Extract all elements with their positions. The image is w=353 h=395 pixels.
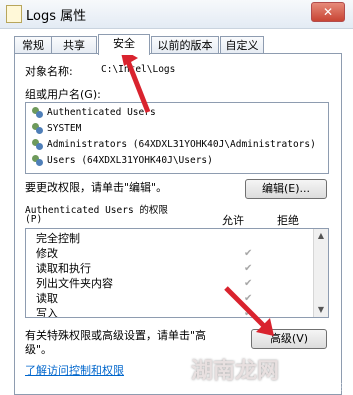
list-item[interactable]: SYSTEM bbox=[32, 121, 81, 137]
folder-icon bbox=[6, 5, 22, 23]
scroll-up-icon[interactable]: ▲ bbox=[314, 229, 328, 243]
advanced-hint-line1: 有关特殊权限或高级设置，请单击"高 bbox=[25, 329, 207, 342]
list-item[interactable]: Users (64XDXL31YOHK40J\Users) bbox=[32, 153, 213, 169]
tab-previous-versions[interactable]: 以前的版本 bbox=[151, 36, 219, 54]
advanced-hint-line2: 级"。 bbox=[25, 343, 53, 356]
permission-row: 写入 ✔ bbox=[36, 306, 328, 317]
close-button[interactable]: ✕ bbox=[311, 2, 345, 22]
object-name-label: 对象名称: bbox=[25, 65, 73, 78]
list-item[interactable]: Administrators (64XDXL31YOHK40J\Administ… bbox=[32, 137, 316, 153]
tab-customize[interactable]: 自定义 bbox=[220, 36, 264, 54]
allow-check-icon: ✔ bbox=[244, 263, 253, 274]
edit-button[interactable]: 编辑(E)... bbox=[245, 179, 327, 199]
user-group-icon bbox=[32, 138, 44, 151]
tab-security[interactable]: 安全 bbox=[98, 34, 150, 55]
permissions-key: (P) bbox=[25, 214, 43, 225]
watermark-logo: 湖南龙网 bbox=[190, 359, 279, 384]
scroll-down-icon[interactable]: ▼ bbox=[314, 303, 328, 317]
permissions-scrollbar[interactable]: ▲ ▼ bbox=[313, 229, 328, 317]
permission-row: 列出文件夹内容 ✔ bbox=[36, 277, 253, 290]
allow-header: 允许 bbox=[222, 214, 244, 227]
permissions-title: Authenticated Users 的权限 bbox=[25, 205, 168, 216]
groups-list[interactable]: Authenticated Users SYSTEM Administrator… bbox=[25, 102, 329, 174]
deny-header: 拒绝 bbox=[277, 214, 299, 227]
user-group-icon bbox=[32, 154, 44, 167]
watermark-text: 学习电脑科技 bbox=[291, 382, 351, 393]
permission-row: 读取 ✔ bbox=[36, 292, 253, 305]
permission-row: 完全控制 bbox=[36, 232, 80, 245]
permission-row: 读取和执行 ✔ bbox=[36, 262, 253, 275]
user-group-icon bbox=[32, 106, 44, 119]
title-bar: Logs 属性 ✕ bbox=[0, 0, 353, 29]
window-title: Logs 属性 bbox=[26, 9, 87, 24]
permission-row: 修改 ✔ bbox=[36, 247, 253, 260]
edit-hint: 要更改权限，请单击"编辑"。 bbox=[25, 181, 168, 194]
annotation-arrow-tab bbox=[120, 48, 151, 113]
learn-access-control-link[interactable]: 了解访问控制和权限 bbox=[25, 362, 124, 378]
groups-label: 组或用户名(G): bbox=[25, 88, 101, 101]
tab-sharing[interactable]: 共享 bbox=[51, 36, 97, 54]
permissions-list[interactable]: 完全控制 修改 ✔ 读取和执行 ✔ 列出文件夹内容 ✔ 读取 ✔ 写入 ✔ ▲ ▼ bbox=[25, 228, 329, 318]
tab-general[interactable]: 常规 bbox=[14, 36, 52, 54]
allow-check-icon: ✔ bbox=[244, 248, 253, 259]
annotation-arrow-advanced bbox=[224, 286, 274, 336]
security-panel: 对象名称: C:\Intel\Logs 组或用户名(G): Authentica… bbox=[14, 53, 342, 395]
user-group-icon bbox=[32, 122, 44, 135]
